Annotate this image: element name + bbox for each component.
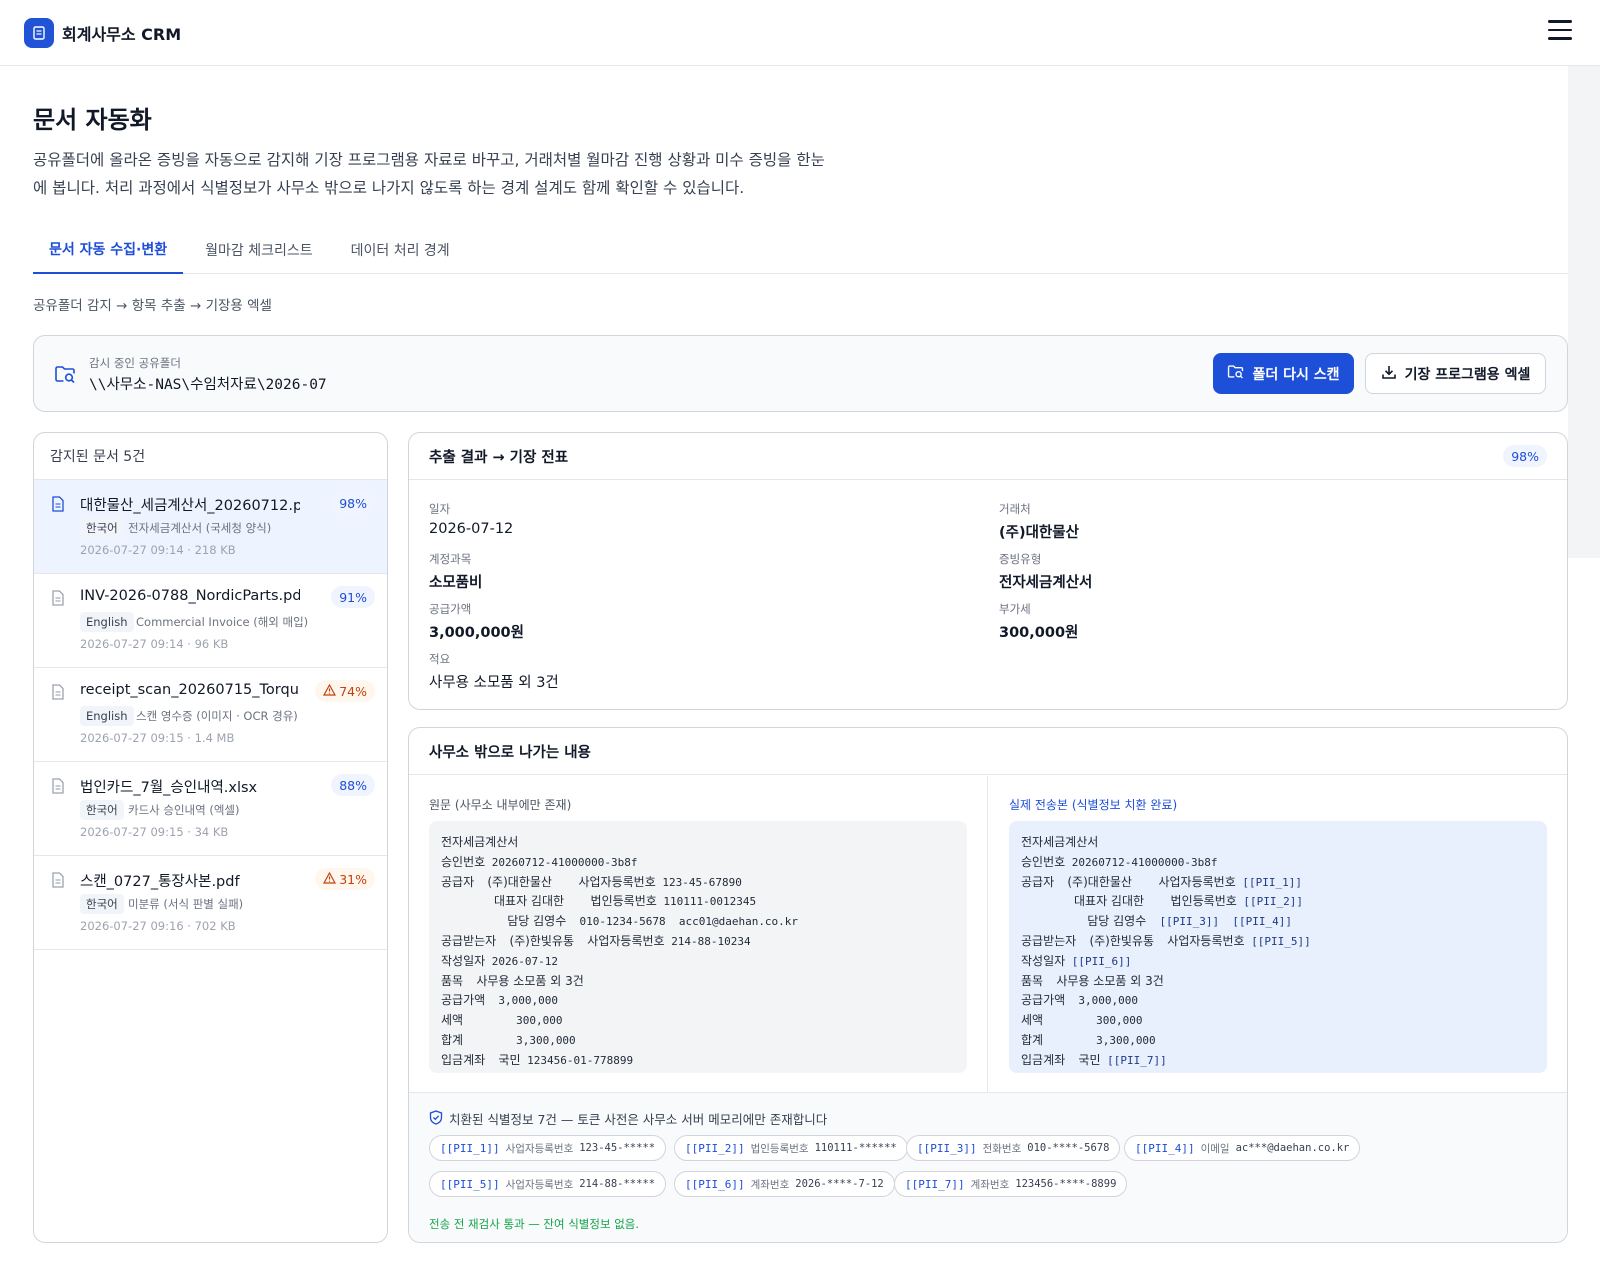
language-tag: 한국어	[80, 894, 124, 914]
folder-search-icon	[1227, 363, 1244, 384]
export-excel-button[interactable]: 기장 프로그램용 엑셀	[1365, 353, 1546, 394]
document-name: receipt_scan_20260715_Torqu...	[80, 682, 300, 698]
extraction-title: 추출 결과 → 기장 전표	[429, 449, 569, 466]
rescan-label: 폴더 다시 스캔	[1252, 366, 1340, 383]
confidence-badge: 98%	[1503, 445, 1547, 467]
original-text-box: 전자세금계산서 승인번호 20260712-41000000-3b8f 공급자 …	[429, 821, 967, 1073]
rescan-folder-button[interactable]: 폴더 다시 스캔	[1213, 353, 1354, 394]
document-item[interactable]: 법인카드_7월_승인내역.xlsx 88% 한국어 카드사 승인내역 (엑셀) …	[34, 762, 387, 856]
document-meta: 2026-07-27 09:15 · 34 KB	[80, 825, 229, 839]
confidence-badge: 98%	[331, 492, 375, 514]
tab-bar: 문서 자동 수집·변환 월마감 체크리스트 데이터 처리 경계	[33, 226, 1568, 274]
document-icon	[51, 496, 65, 516]
pii-title: 치환된 식별정보 7건 — 토큰 사전은 사무소 서버 메모리에만 존재합니다	[429, 1109, 827, 1128]
confidence-badge: 88%	[331, 774, 375, 796]
document-meta: 2026-07-27 09:16 · 702 KB	[80, 919, 236, 933]
warning-icon	[323, 871, 337, 887]
redacted-label: 실제 전송본 (식별정보 치환 완료)	[1009, 798, 1178, 812]
document-item[interactable]: 대한물산_세금계산서_20260712.pdf 98% 한국어 전자세금계산서 …	[34, 480, 387, 574]
confidence-badge: 74%	[315, 680, 375, 702]
field-supply-amount: 공급가액 3,000,000원	[429, 602, 524, 641]
documents-header: 감지된 문서 5건	[34, 433, 387, 480]
top-bar: 회계사무소 CRM	[0, 0, 1600, 66]
breadcrumb: 공유폴더 감지 → 항목 추출 → 기장용 엑셀	[33, 298, 272, 314]
scroll-shade	[1568, 66, 1600, 558]
page-title: 문서 자동화	[33, 106, 152, 134]
document-icon	[51, 872, 65, 892]
pii-chip: [[PII_2]] 법인등록번호 110111-******	[674, 1135, 908, 1161]
pii-chip: [[PII_7]] 계좌번호 123456-****-8899	[894, 1171, 1128, 1197]
folder-search-icon	[54, 363, 76, 389]
tab-document-collect[interactable]: 문서 자동 수집·변환	[33, 226, 184, 274]
app-logo-icon	[24, 17, 54, 48]
document-name: 대한물산_세금계산서_20260712.pdf	[80, 498, 300, 514]
language-tag: 한국어	[80, 800, 124, 820]
confidence-badge: 31%	[315, 868, 375, 890]
extraction-result-card: 추출 결과 → 기장 전표 98% 일자 2026-07-12 거래처 (주)대…	[408, 432, 1568, 710]
confidence-badge: 91%	[331, 586, 375, 608]
pii-chip: [[PII_4]] 이메일 ac***@daehan.co.kr	[1124, 1135, 1361, 1161]
outbound-card-header: 사무소 밖으로 나가는 내용	[409, 728, 1567, 775]
document-name: 법인카드_7월_승인내역.xlsx	[80, 780, 258, 796]
tab-month-close-checklist[interactable]: 월마감 체크리스트	[189, 226, 329, 274]
menu-icon[interactable]	[1548, 20, 1572, 42]
field-memo: 적요 사무용 소모품 외 3건	[429, 652, 559, 691]
document-icon	[51, 778, 65, 798]
document-meta: 2026-07-27 09:14 · 96 KB	[80, 637, 229, 651]
original-label: 원문 (사무소 내부에만 존재)	[429, 798, 572, 812]
document-type: Commercial Invoice (해외 매입)	[136, 615, 309, 629]
tab-data-boundary[interactable]: 데이터 처리 경계	[335, 226, 466, 274]
export-label: 기장 프로그램용 엑셀	[1404, 366, 1531, 383]
outbound-content-card: 사무소 밖으로 나가는 내용 원문 (사무소 내부에만 존재) 실제 전송본 (…	[408, 727, 1568, 1243]
outbound-title: 사무소 밖으로 나가는 내용	[429, 744, 591, 761]
watched-folder-bar: 감시 중인 공유폴더 \\사무소-NAS\수임처자료\2026-07 폴더 다시…	[33, 335, 1568, 412]
field-vendor: 거래처 (주)대한물산	[999, 502, 1079, 541]
document-name: INV-2026-0788_NordicParts.pdf	[80, 588, 300, 604]
warning-icon	[323, 683, 337, 699]
document-type: 전자세금계산서 (국세청 양식)	[128, 521, 272, 535]
document-meta: 2026-07-27 09:14 · 218 KB	[80, 543, 236, 557]
folder-label: 감시 중인 공유폴더	[89, 356, 181, 370]
pii-chip: [[PII_1]] 사업자등록번호 123-45-*****	[429, 1135, 667, 1161]
extraction-card-header: 추출 결과 → 기장 전표 98%	[409, 433, 1567, 480]
download-icon	[1381, 364, 1397, 384]
document-icon	[51, 590, 65, 610]
document-icon	[51, 684, 65, 704]
field-account: 계정과목 소모품비	[429, 552, 483, 591]
recheck-pass-text: 전송 전 재검사 통과 — 잔여 식별정보 없음.	[429, 1217, 640, 1231]
column-divider	[987, 776, 988, 1092]
document-name: 스캔_0727_통장사본.pdf	[80, 874, 240, 890]
document-item[interactable]: receipt_scan_20260715_Torqu... 74% Engli…	[34, 668, 387, 762]
folder-path: \\사무소-NAS\수임처자료\2026-07	[89, 377, 327, 393]
shield-check-icon	[429, 1109, 443, 1128]
language-tag: English	[80, 612, 134, 632]
document-meta: 2026-07-27 09:15 · 1.4 MB	[80, 731, 235, 745]
pii-chip: [[PII_3]] 전화번호 010-****-5678	[906, 1135, 1121, 1161]
document-item[interactable]: 스캔_0727_통장사본.pdf 31% 한국어 미분류 (서식 판별 실패) …	[34, 856, 387, 950]
document-type: 스캔 영수증 (이미지 · OCR 경유)	[136, 709, 298, 723]
app-title: 회계사무소 CRM	[62, 24, 182, 44]
pii-chip: [[PII_6]] 계좌번호 2026-****-7-12	[674, 1171, 895, 1197]
pii-summary: 치환된 식별정보 7건 — 토큰 사전은 사무소 서버 메모리에만 존재합니다 …	[409, 1092, 1567, 1242]
field-vat: 부가세 300,000원	[999, 602, 1079, 641]
detected-documents-panel: 감지된 문서 5건 대한물산_세금계산서_20260712.pdf 98% 한국…	[33, 432, 388, 1243]
field-evidence-type: 증빙유형 전자세금계산서	[999, 552, 1093, 591]
document-type: 카드사 승인내역 (엑셀)	[128, 803, 240, 817]
pii-chip: [[PII_5]] 사업자등록번호 214-88-*****	[429, 1171, 667, 1197]
language-tag: 한국어	[80, 518, 124, 538]
language-tag: English	[80, 706, 134, 726]
redacted-text-box: 전자세금계산서 승인번호 20260712-41000000-3b8f 공급자 …	[1009, 821, 1547, 1073]
field-date: 일자 2026-07-12	[429, 502, 514, 537]
page-description: 공유폴더에 올라온 증빙을 자동으로 감지해 기장 프로그램용 자료로 바꾸고,…	[33, 151, 825, 197]
document-item[interactable]: INV-2026-0788_NordicParts.pdf 91% Englis…	[34, 574, 387, 668]
document-type: 미분류 (서식 판별 실패)	[128, 897, 244, 911]
